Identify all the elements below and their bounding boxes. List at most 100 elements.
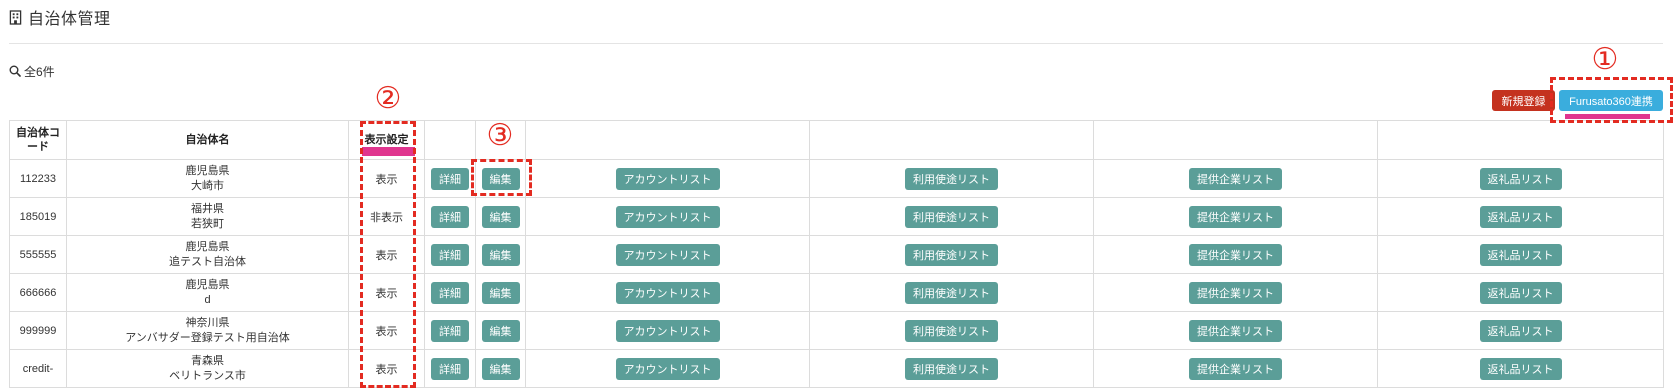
companies-cell: 提供企業リスト	[1093, 311, 1378, 350]
purpose-list-button[interactable]: 利用使途リスト	[905, 243, 998, 266]
gifts-cell: 返礼品リスト	[1377, 273, 1664, 312]
name-cell: 青森県 ベリトランス市	[66, 349, 349, 388]
visibility-cell: 非表示	[348, 197, 425, 236]
page-title: 自治体管理	[28, 11, 111, 28]
detail-button[interactable]: 詳細	[431, 243, 469, 266]
furusato360-sync-button[interactable]: Furusato360連携	[1559, 90, 1663, 111]
prefecture-label: 神奈川県	[185, 316, 230, 329]
gift-list-button[interactable]: 返礼品リスト	[1479, 167, 1562, 190]
purpose-list-button[interactable]: 利用使途リスト	[905, 319, 998, 342]
visibility-cell: 表示	[348, 273, 425, 312]
gift-list-button[interactable]: 返礼品リスト	[1479, 205, 1562, 228]
company-list-button[interactable]: 提供企業リスト	[1189, 281, 1282, 304]
account-list-button[interactable]: アカウントリスト	[615, 205, 720, 228]
table-body: 112233 鹿児島県 大崎市 表示 詳細 編集 アカウントリスト 利用使途リスト…	[9, 159, 1664, 388]
purpose-list-button[interactable]: 利用使途リスト	[905, 167, 998, 190]
detail-cell: 詳細	[424, 197, 476, 236]
highlight-marker	[1565, 114, 1650, 119]
code-cell: 112233	[9, 159, 67, 198]
detail-cell: 詳細	[424, 349, 476, 388]
account-list-button[interactable]: アカウントリスト	[615, 243, 720, 266]
name-cell: 鹿児島県 d	[66, 273, 349, 312]
search-icon	[9, 65, 21, 77]
purposes-cell: 利用使途リスト	[809, 273, 1094, 312]
edit-button[interactable]: 編集	[481, 243, 520, 266]
account-list-button[interactable]: アカウントリスト	[615, 281, 720, 304]
edit-button[interactable]: 編集	[481, 205, 520, 228]
table-row: 666666 鹿児島県 d 表示 詳細 編集 アカウントリスト 利用使途リスト 提…	[9, 273, 1664, 312]
edit-cell: 編集	[475, 159, 526, 198]
table-row: 999999 神奈川県 アンバサダー登録テスト用自治体 表示 詳細 編集 アカウン…	[9, 311, 1664, 350]
companies-cell: 提供企業リスト	[1093, 349, 1378, 388]
accounts-cell: アカウントリスト	[525, 235, 810, 274]
city-label: d	[204, 293, 211, 306]
title-divider	[9, 43, 1663, 44]
edit-cell: 編集	[475, 311, 526, 350]
city-label: 大崎市	[191, 179, 224, 192]
company-list-button[interactable]: 提供企業リスト	[1189, 357, 1282, 380]
gifts-cell: 返礼品リスト	[1377, 349, 1664, 388]
table-row: credit- 青森県 ベリトランス市 表示 詳細 編集 アカウントリスト 利用使…	[9, 349, 1664, 388]
purpose-list-button[interactable]: 利用使途リスト	[905, 281, 998, 304]
edit-button[interactable]: 編集	[481, 357, 520, 380]
table-row: 185019 福井県 若狭町 非表示 詳細 編集 アカウントリスト 利用使途リスト…	[9, 197, 1664, 236]
name-cell: 鹿児島県 大崎市	[66, 159, 349, 198]
highlight-marker	[362, 147, 415, 156]
table-header: 自治体コード 自治体名 表示設定	[9, 120, 1664, 160]
accounts-cell: アカウントリスト	[525, 273, 810, 312]
companies-cell: 提供企業リスト	[1093, 235, 1378, 274]
purpose-list-button[interactable]: 利用使途リスト	[905, 357, 998, 380]
header-companies-column	[1093, 120, 1378, 160]
gifts-cell: 返礼品リスト	[1377, 159, 1664, 198]
gift-list-button[interactable]: 返礼品リスト	[1479, 319, 1562, 342]
annotation-number-2: ②	[374, 81, 402, 116]
gift-list-button[interactable]: 返礼品リスト	[1479, 281, 1562, 304]
company-list-button[interactable]: 提供企業リスト	[1189, 205, 1282, 228]
detail-cell: 詳細	[424, 273, 476, 312]
account-list-button[interactable]: アカウントリスト	[615, 357, 720, 380]
header-row: 自治体コード 自治体名 表示設定	[9, 120, 1664, 160]
edit-button[interactable]: 編集	[481, 167, 520, 190]
company-list-button[interactable]: 提供企業リスト	[1189, 319, 1282, 342]
city-label: アンバサダー登録テスト用自治体	[125, 331, 290, 344]
detail-button[interactable]: 詳細	[431, 357, 469, 380]
company-list-button[interactable]: 提供企業リスト	[1189, 167, 1282, 190]
header-accounts-column	[525, 120, 810, 160]
account-list-button[interactable]: アカウントリスト	[615, 319, 720, 342]
detail-button[interactable]: 詳細	[431, 167, 469, 190]
detail-button[interactable]: 詳細	[431, 319, 469, 342]
accounts-cell: アカウントリスト	[525, 349, 810, 388]
code-cell: 999999	[9, 311, 67, 350]
prefecture-label: 福井県	[191, 202, 224, 215]
purposes-cell: 利用使途リスト	[809, 197, 1094, 236]
edit-button[interactable]: 編集	[481, 319, 520, 342]
header-code: 自治体コード	[9, 120, 67, 160]
gift-list-button[interactable]: 返礼品リスト	[1479, 357, 1562, 380]
municipality-table: 自治体コード 自治体名 表示設定 112233 鹿児島県 大崎市 表示 詳細 編集…	[9, 120, 1664, 388]
new-registration-button[interactable]: 新規登録	[1492, 90, 1555, 111]
company-list-button[interactable]: 提供企業リスト	[1189, 243, 1282, 266]
accounts-cell: アカウントリスト	[525, 311, 810, 350]
purpose-list-button[interactable]: 利用使途リスト	[905, 205, 998, 228]
accounts-cell: アカウントリスト	[525, 197, 810, 236]
edit-cell: 編集	[475, 273, 526, 312]
companies-cell: 提供企業リスト	[1093, 197, 1378, 236]
detail-button[interactable]: 詳細	[431, 205, 469, 228]
gifts-cell: 返礼品リスト	[1377, 197, 1664, 236]
visibility-cell: 表示	[348, 235, 425, 274]
edit-cell: 編集	[475, 235, 526, 274]
visibility-cell: 表示	[348, 349, 425, 388]
edit-button[interactable]: 編集	[481, 281, 520, 304]
code-cell: 555555	[9, 235, 67, 274]
companies-cell: 提供企業リスト	[1093, 159, 1378, 198]
gifts-cell: 返礼品リスト	[1377, 311, 1664, 350]
name-cell: 福井県 若狭町	[66, 197, 349, 236]
annotation-number-3: ③	[486, 118, 514, 153]
gift-list-button[interactable]: 返礼品リスト	[1479, 243, 1562, 266]
detail-button[interactable]: 詳細	[431, 281, 469, 304]
account-list-button[interactable]: アカウントリスト	[615, 167, 720, 190]
prefecture-label: 鹿児島県	[185, 240, 230, 253]
detail-cell: 詳細	[424, 235, 476, 274]
page-header: 自治体管理	[9, 7, 111, 28]
building-icon	[9, 9, 22, 25]
